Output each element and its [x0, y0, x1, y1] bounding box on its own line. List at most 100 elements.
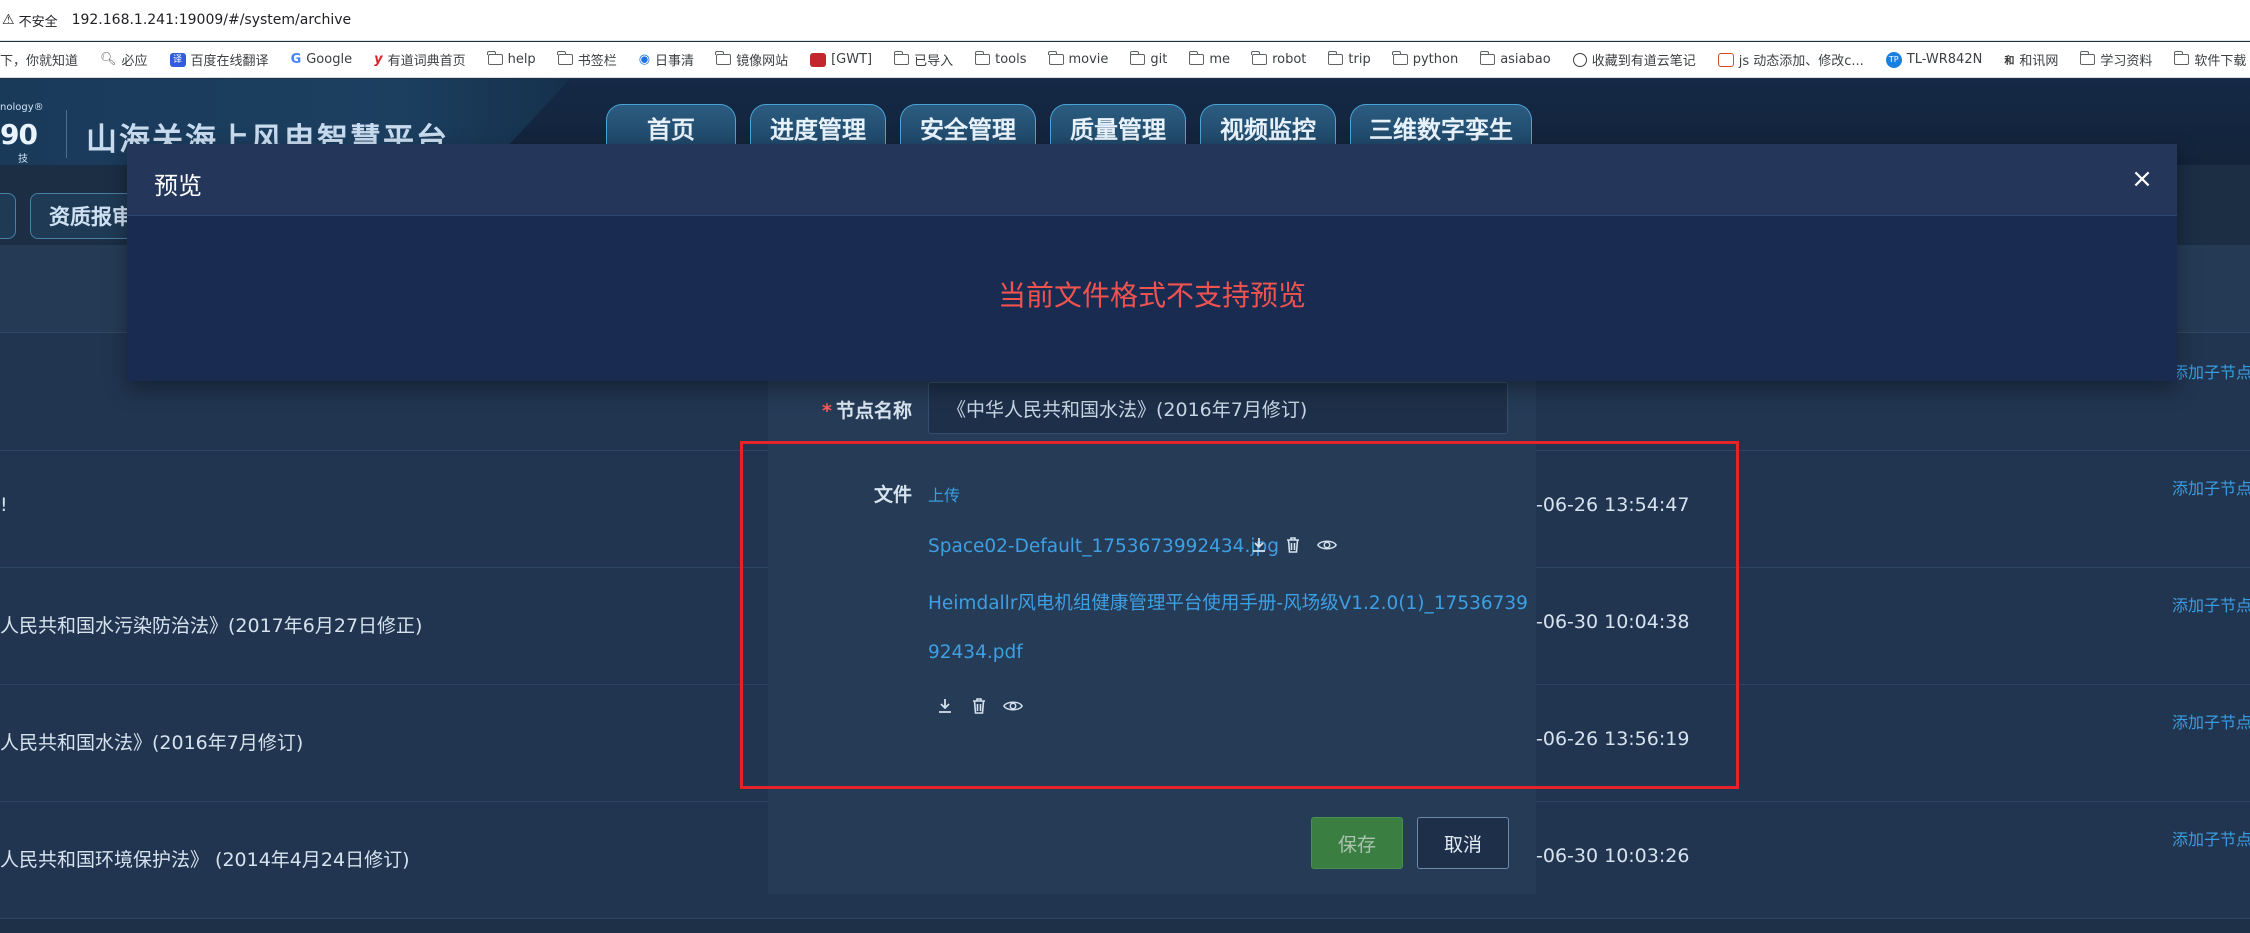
bookmark-item[interactable]: movie	[1038, 42, 1120, 77]
folder-icon	[1327, 51, 1344, 65]
logo-subtext: 技	[18, 154, 28, 165]
bookmark-label: 日事清	[655, 54, 695, 69]
bookmark-label: 收藏到有道云笔记	[1591, 54, 1696, 69]
bookmark-item[interactable]: 学习资料	[2069, 42, 2163, 77]
bookmark-item[interactable]: asiabao	[1469, 42, 1562, 77]
folder-icon	[1047, 51, 1064, 65]
bookmark-label: tools	[995, 52, 1027, 67]
row-name: 人民共和国环境保护法》 (2014年4月24日修订)	[0, 849, 410, 871]
bookmark-item[interactable]: 和和讯网	[1993, 42, 2069, 77]
bookmark-item[interactable]: robot	[1241, 42, 1317, 77]
bookmark-label: 学习资料	[2100, 54, 2153, 69]
bookmark-label: trip	[1348, 52, 1371, 67]
google-icon: G	[290, 52, 302, 67]
folder-icon	[1129, 51, 1146, 65]
hexun-icon: 和	[2004, 56, 2015, 67]
gwt-icon	[810, 52, 827, 67]
bookmark-item[interactable]: G Google	[280, 42, 364, 77]
add-child-node-link[interactable]: 添加子节点	[2172, 475, 2250, 499]
js-icon	[1717, 52, 1734, 67]
bookmark-item[interactable]: help	[477, 42, 547, 77]
row-name: !	[0, 494, 8, 516]
unsupported-format-message: 当前文件格式不支持预览	[997, 279, 1306, 312]
url-text[interactable]: 192.168.1.241:19009/#/system/archive	[72, 12, 352, 28]
folder-icon	[893, 51, 910, 65]
folder-icon	[1479, 51, 1496, 65]
folder-icon	[1251, 51, 1268, 65]
bookmark-item[interactable]: tools	[964, 42, 1037, 77]
bookmark-item[interactable]: 镜像网站	[705, 42, 799, 77]
bookmark-item[interactable]: 收藏到有道云笔记	[1562, 42, 1707, 77]
bookmark-label: 必应	[121, 54, 148, 69]
bookmark-item[interactable]: 译百度在线翻译	[159, 42, 280, 77]
bookmark-label: 和讯网	[2019, 54, 2059, 69]
bookmark-item[interactable]: 🔍︎ 必应	[89, 42, 159, 77]
required-marker: *	[822, 400, 832, 422]
security-label: 不安全	[18, 14, 58, 30]
bookmark-item[interactable]: 已导入	[883, 42, 964, 77]
security-indicator[interactable]: ⚠ 不安全	[0, 11, 58, 30]
node-name-input[interactable]: 《中华人民共和国水法》(2016年7月修订)	[928, 382, 1508, 434]
bookmark-item[interactable]: 软件下载	[2163, 42, 2250, 77]
bookmarks-bar: 下，你就知道 🔍︎ 必应译百度在线翻译 G Google y 有道词典首页 help 书签栏 ◉ 日…	[0, 42, 2250, 78]
bookmark-item[interactable]: git	[1119, 42, 1178, 77]
logo-divider	[66, 110, 67, 158]
bookmark-item[interactable]: [GWT]	[799, 42, 883, 77]
bookmark-label: help	[507, 52, 536, 67]
bookmark-label: Google	[306, 52, 353, 67]
folder-icon	[974, 51, 991, 65]
subnav-tab-partial[interactable]	[0, 193, 16, 239]
folder-icon	[2173, 51, 2190, 65]
bookmark-label: 下，你就知道	[0, 54, 79, 69]
bookmark-label: 书签栏	[577, 54, 617, 69]
bookmark-item[interactable]: ◉ 日事清	[628, 42, 705, 77]
modal-header: 预览 ×	[127, 144, 2177, 216]
bookmark-label: git	[1150, 52, 1168, 67]
bookmark-item[interactable]: me	[1178, 42, 1241, 77]
row-time: -06-30 10:03:26	[1536, 845, 1690, 867]
add-child-node-link[interactable]: 添加子节点	[2172, 359, 2250, 383]
bookmark-item[interactable]: y 有道词典首页	[363, 42, 477, 77]
bookmark-label: 百度在线翻译	[190, 54, 269, 69]
tplink-icon: TP	[1885, 51, 1902, 68]
bookmark-label: robot	[1272, 52, 1307, 67]
bookmark-label: [GWT]	[831, 52, 873, 67]
company-logo: 90	[0, 118, 38, 151]
folder-icon	[486, 51, 503, 65]
add-child-node-link[interactable]: 添加子节点	[2172, 826, 2250, 850]
row-name: 人民共和国水法》(2016年7月修订)	[0, 732, 304, 754]
folder-icon	[2079, 51, 2096, 65]
warning-icon: ⚠	[2, 12, 15, 28]
preview-modal: 预览 × 当前文件格式不支持预览	[127, 144, 2177, 381]
pin-icon: ◉	[638, 52, 651, 67]
bookmark-label: 镜像网站	[736, 54, 789, 69]
bookmark-label: 软件下载	[2194, 54, 2247, 69]
cancel-button[interactable]: 取消	[1417, 817, 1509, 869]
bookmark-item[interactable]: 书签栏	[547, 42, 628, 77]
logo-tagline: nology®	[0, 102, 44, 113]
search-icon: 🔍︎	[100, 52, 117, 67]
row-name: 人民共和国水污染防治法》(2017年6月27日修正)	[0, 615, 423, 637]
bookmark-item[interactable]: python	[1382, 42, 1469, 77]
bookmark-label: 已导入	[914, 54, 954, 69]
bookmark-label: TL-WR842N	[1906, 52, 1983, 67]
browser-address-bar[interactable]: ⚠ 不安全 192.168.1.241:19009/#/system/archi…	[0, 0, 2250, 41]
bookmark-label: python	[1412, 52, 1459, 67]
add-child-node-link[interactable]: 添加子节点	[2172, 709, 2250, 733]
bookmark-label: me	[1209, 52, 1231, 67]
close-icon[interactable]: ×	[2127, 164, 2157, 194]
add-child-node-link[interactable]: 添加子节点	[2172, 592, 2250, 616]
bookmark-item[interactable]: TP TL-WR842N	[1875, 42, 1994, 77]
folder-icon	[1392, 51, 1408, 65]
translate-icon: 译	[169, 52, 186, 67]
folder-icon	[715, 51, 732, 65]
bookmark-item[interactable]: js 动态添加、修改c...	[1707, 42, 1875, 77]
bookmark-label: js 动态添加、修改c...	[1738, 54, 1864, 69]
bookmark-item[interactable]: trip	[1317, 42, 1381, 77]
node-name-label: * 节点名称	[822, 400, 912, 422]
modal-title: 预览	[154, 172, 202, 200]
bookmark-label: movie	[1068, 52, 1109, 67]
save-button[interactable]: 保存	[1311, 817, 1403, 869]
bookmark-item[interactable]: 下，你就知道	[0, 42, 89, 77]
annotation-highlight-box	[740, 441, 1739, 789]
